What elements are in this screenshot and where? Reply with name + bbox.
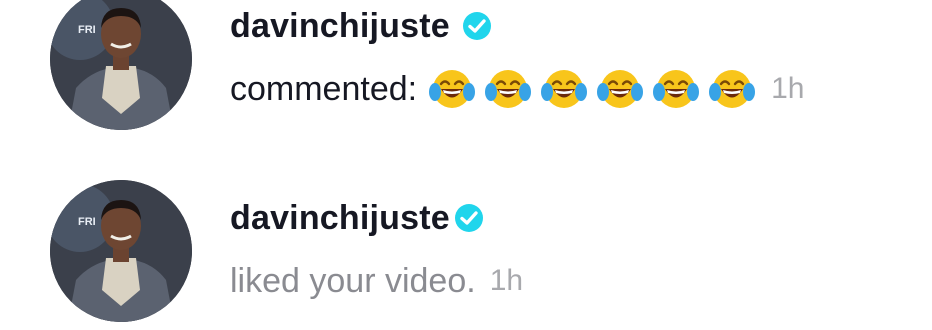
timestamp: 1h	[489, 264, 524, 297]
username-row: davinchijuste	[230, 194, 484, 242]
notification-like[interactable]: davinchijuste liked your video. 1h	[0, 180, 932, 330]
profile-photo-icon	[50, 180, 192, 322]
face-with-tears-of-joy-icon	[429, 66, 475, 112]
username-row: davinchijuste	[230, 2, 492, 50]
face-with-tears-of-joy-icon	[541, 66, 587, 112]
verified-badge-icon	[454, 203, 484, 233]
username-link[interactable]: davinchijuste	[230, 7, 450, 46]
profile-photo-icon	[50, 0, 192, 130]
face-with-tears-of-joy-icon	[653, 66, 699, 112]
action-text: liked your video.	[230, 261, 476, 300]
username-link[interactable]: davinchijuste	[230, 199, 450, 238]
face-with-tears-of-joy-icon	[485, 66, 531, 112]
face-with-tears-of-joy-icon	[597, 66, 643, 112]
notification-comment[interactable]: davinchijuste commented: 1h	[0, 0, 932, 138]
verified-badge-icon	[462, 11, 492, 41]
avatar[interactable]	[50, 0, 192, 130]
timestamp: 1h	[771, 72, 805, 105]
action-text: commented:	[230, 69, 418, 108]
like-row: liked your video. 1h	[230, 256, 523, 306]
comment-row: commented: 1h	[230, 64, 804, 114]
comment-emojis	[429, 66, 765, 112]
face-with-tears-of-joy-icon	[709, 66, 755, 112]
avatar[interactable]	[50, 180, 192, 322]
